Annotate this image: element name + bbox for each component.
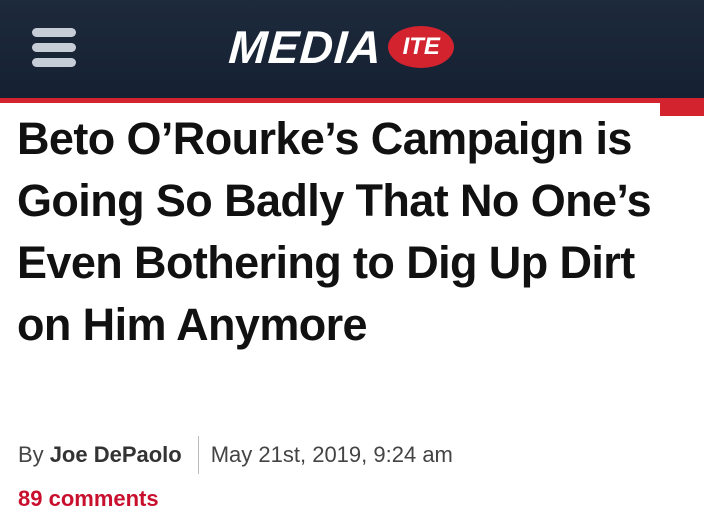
comments-link[interactable]: 89 comments [18,486,159,512]
article-headline: Beto O’Rourke’s Campaign is Going So Bad… [17,113,652,350]
menu-bar [32,43,76,52]
site-logo[interactable]: MEDIA ITE [227,21,455,73]
menu-bar [32,58,76,67]
author-link[interactable]: Joe DePaolo [50,442,182,468]
hamburger-menu-icon[interactable] [32,26,76,68]
byline-prefix: By [18,442,44,467]
article-byline: By Joe DePaolo May 21st, 2019, 9:24 am [18,436,453,474]
publish-date: May 21st, 2019, 9:24 am [210,442,453,467]
byline-divider [197,436,199,474]
site-header: MEDIA ITE [0,0,704,98]
menu-bar [32,28,76,37]
logo-badge: ITE [388,26,455,68]
header-red-rule [0,98,704,103]
logo-wordmark: MEDIA [227,21,385,73]
